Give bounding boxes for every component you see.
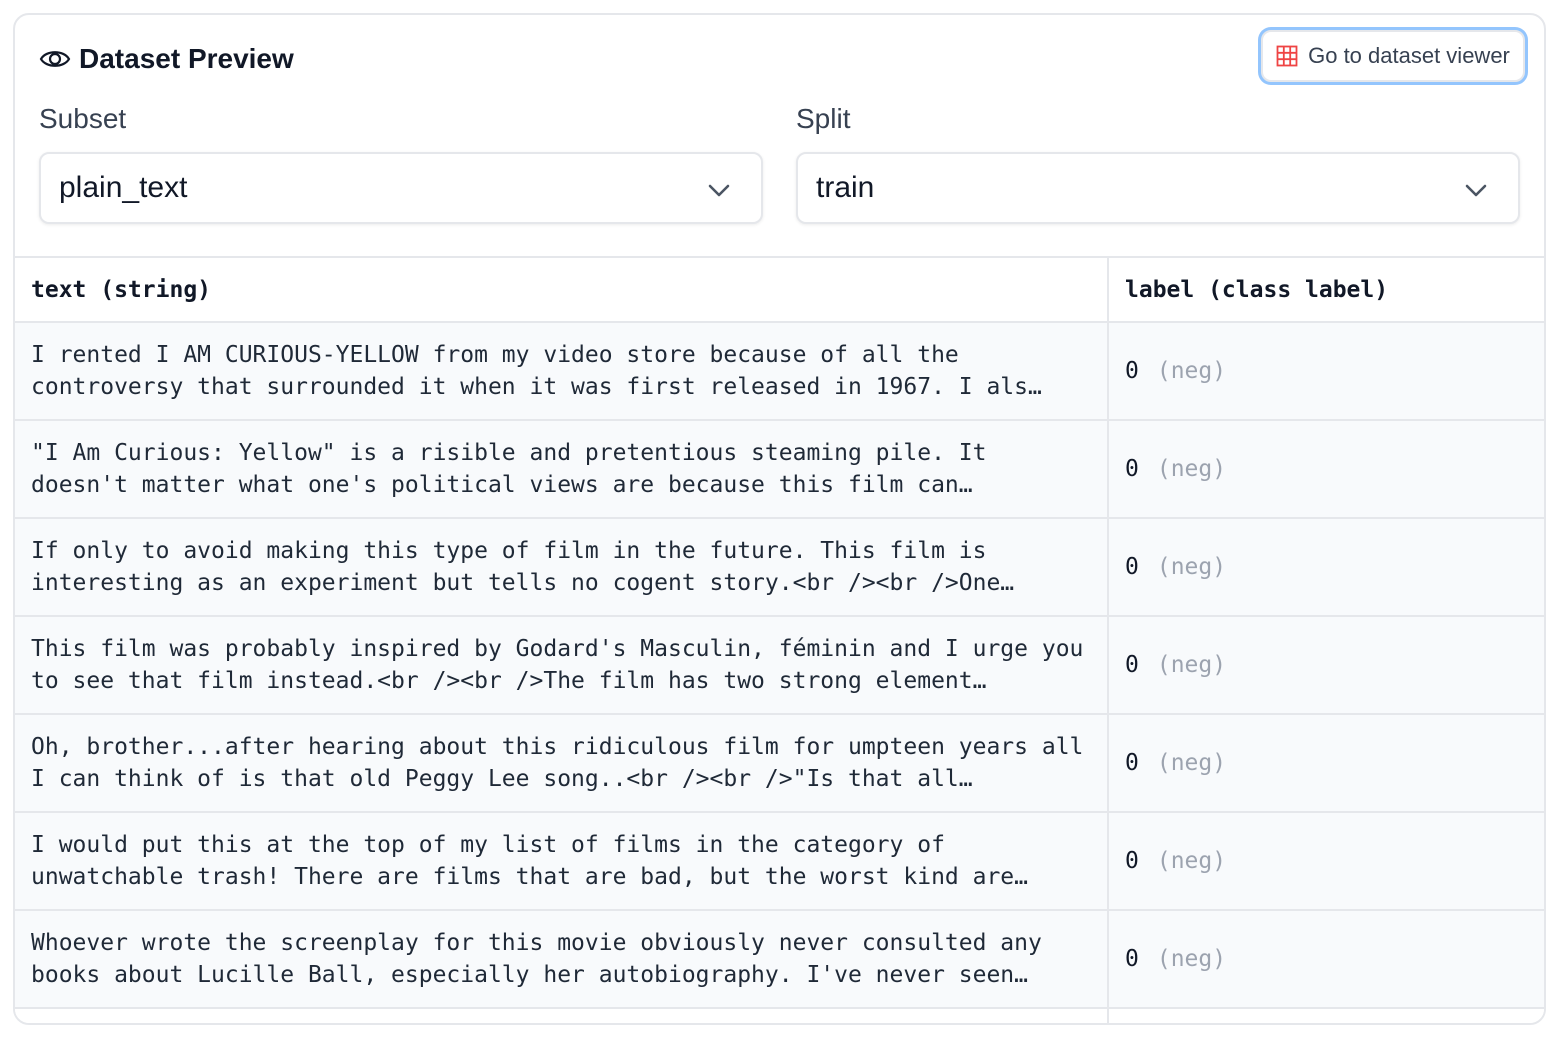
cell-text: Whoever wrote the screenplay for this mo…: [15, 910, 1109, 1009]
viewer-button-label: Go to dataset viewer: [1308, 43, 1510, 68]
label-name: (neg): [1156, 946, 1227, 972]
label-name: (neg): [1156, 750, 1227, 776]
label-name: (neg): [1156, 456, 1227, 482]
cell-text: I rented I AM CURIOUS-YELLOW from my vid…: [15, 322, 1109, 421]
cell-text-value: If only to avoid making this type of fil…: [31, 538, 1015, 596]
table-row-partial: [15, 1008, 1544, 1023]
dataset-preview-card: Dataset Preview Go to dataset viewer Sub…: [13, 13, 1546, 1025]
cell-empty: [1108, 1008, 1544, 1023]
cell-label: 0 (neg): [1108, 910, 1544, 1009]
column-header-label[interactable]: label (class label): [1108, 258, 1544, 323]
chevron-down-icon: [1462, 176, 1490, 204]
subset-select[interactable]: plain_text: [39, 152, 763, 224]
table-row[interactable]: If only to avoid making this type of fil…: [15, 518, 1544, 617]
split-select[interactable]: train: [796, 152, 1520, 224]
dataset-table-container[interactable]: text (string) label (class label) I rent…: [15, 256, 1544, 1023]
table-row[interactable]: This film was probably inspired by Godar…: [15, 616, 1544, 715]
cell-label: 0 (neg): [1108, 812, 1544, 911]
cell-text: "I Am Curious: Yellow" is a risible and …: [15, 420, 1109, 519]
table-row[interactable]: "I Am Curious: Yellow" is a risible and …: [15, 420, 1544, 519]
split-label: Split: [796, 103, 851, 134]
cell-text-value: This film was probably inspired by Godar…: [31, 636, 1084, 694]
label-name: (neg): [1156, 652, 1227, 678]
preview-header: Dataset Preview: [39, 39, 294, 79]
cell-label: 0 (neg): [1108, 322, 1544, 421]
label-value: 0: [1125, 358, 1139, 384]
cell-text-value: Whoever wrote the screenplay for this mo…: [31, 930, 1042, 988]
cell-text-value: Oh, brother...after hearing about this r…: [31, 734, 1084, 792]
cell-text: If only to avoid making this type of fil…: [15, 518, 1109, 617]
cell-label: 0 (neg): [1108, 518, 1544, 617]
label-value: 0: [1125, 946, 1139, 972]
cell-label: 0 (neg): [1108, 616, 1544, 715]
table-header-row: text (string) label (class label): [15, 258, 1544, 323]
cell-empty: [15, 1008, 1109, 1023]
eye-icon: [39, 43, 71, 75]
chevron-down-icon: [705, 176, 733, 204]
go-to-dataset-viewer-button[interactable]: Go to dataset viewer: [1261, 30, 1525, 82]
split-value: train: [816, 171, 875, 204]
table-row[interactable]: Oh, brother...after hearing about this r…: [15, 714, 1544, 813]
cell-text-value: I rented I AM CURIOUS-YELLOW from my vid…: [31, 342, 1042, 400]
label-value: 0: [1125, 554, 1139, 580]
cell-label: 0 (neg): [1108, 420, 1544, 519]
label-value: 0: [1125, 652, 1139, 678]
label-value: 0: [1125, 456, 1139, 482]
label-name: (neg): [1156, 554, 1227, 580]
subset-label: Subset: [39, 103, 127, 134]
cell-text: This film was probably inspired by Godar…: [15, 616, 1109, 715]
column-header-text[interactable]: text (string): [15, 258, 1109, 323]
table-row[interactable]: I rented I AM CURIOUS-YELLOW from my vid…: [15, 322, 1544, 421]
page-title: Dataset Preview: [79, 43, 294, 74]
dataset-table: text (string) label (class label) I rent…: [15, 258, 1544, 1023]
label-name: (neg): [1156, 848, 1227, 874]
cell-label: 0 (neg): [1108, 714, 1544, 813]
cell-text-value: I would put this at the top of my list o…: [31, 832, 1028, 890]
table-row[interactable]: Whoever wrote the screenplay for this mo…: [15, 910, 1544, 1009]
cell-text-value: "I Am Curious: Yellow" is a risible and …: [31, 440, 987, 498]
subset-value: plain_text: [59, 171, 188, 204]
cell-text: Oh, brother...after hearing about this r…: [15, 714, 1109, 813]
label-name: (neg): [1156, 358, 1227, 384]
label-value: 0: [1125, 750, 1139, 776]
label-value: 0: [1125, 848, 1139, 874]
grid-icon: [1276, 45, 1298, 67]
cell-text: I would put this at the top of my list o…: [15, 812, 1109, 911]
table-row[interactable]: I would put this at the top of my list o…: [15, 812, 1544, 911]
